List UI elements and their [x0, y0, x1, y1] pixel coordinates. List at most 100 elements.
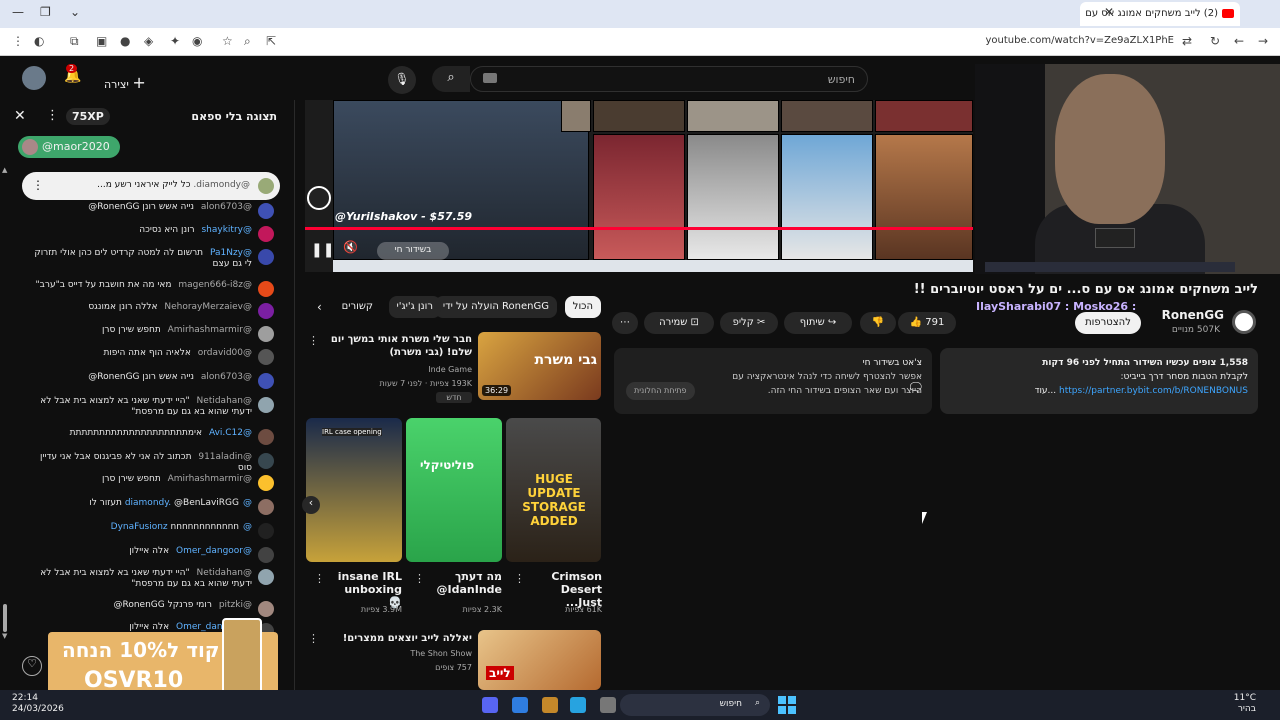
channel-avatar[interactable]	[1232, 310, 1256, 334]
zoom-icon[interactable]: ⌕	[244, 34, 251, 49]
short-thumbnail[interactable]: IRL case opening	[306, 418, 402, 562]
heart-reaction-icon[interactable]: ♡	[22, 656, 42, 676]
forward-icon[interactable]: →	[1258, 34, 1268, 48]
rec-title[interactable]: חבר שלי משרת אותי במשך יום שלם! (גבי משר…	[318, 333, 472, 359]
chat-avatar[interactable]	[258, 349, 274, 365]
chat-message[interactable]: @alon6703 נייה אשש רונן RonenGG@	[34, 372, 274, 389]
short-more-icon[interactable]: ⋮	[314, 572, 325, 585]
keyboard-icon[interactable]	[483, 73, 497, 83]
voice-search-mic-icon[interactable]: 🎙	[388, 66, 416, 94]
extension-icon-3[interactable]: ●	[120, 34, 130, 48]
bookmark-star-icon[interactable]: ☆	[222, 34, 233, 48]
chat-avatar[interactable]	[258, 523, 274, 539]
chat-author[interactable]: @alon6703	[201, 372, 252, 382]
live-badge[interactable]: בשידור חי	[377, 242, 449, 260]
promo-banner[interactable]: קוד ל10% הנחה OSVR10	[48, 618, 278, 690]
chat-message[interactable]: @Amirhashmarmir תחפש שירן סרן	[34, 325, 274, 342]
chat-message[interactable]: @shaykitry רונן היא נסיכה	[34, 225, 274, 242]
chrome-app-icon[interactable]	[512, 697, 528, 713]
save-button[interactable]: שמירה ⊡	[644, 312, 714, 334]
chat-author[interactable]: @magen666-i8z	[178, 280, 252, 290]
share-button[interactable]: שיתוף ↪	[784, 312, 852, 334]
chat-avatar[interactable]	[258, 499, 274, 515]
video-player[interactable]: @YuriIshakov - $57.59 ❚❚ 🔇 בשידור חי	[305, 100, 973, 272]
chevron-left-icon[interactable]: ‹	[317, 300, 322, 314]
chat-scrollbar[interactable]: ▲ ▼	[2, 166, 8, 642]
chat-avatar[interactable]	[258, 475, 274, 491]
short-title[interactable]: מה דעתך IdanInde@	[430, 570, 502, 596]
close-chat-icon[interactable]: ✕	[14, 108, 26, 124]
chat-message[interactable]: @magen666-i8z מאי מה את חושבת על דייס ב"…	[34, 280, 274, 297]
rec-more-icon[interactable]: ⋮	[308, 334, 319, 347]
chat-message[interactable]: @ordavid00 אלאיה הוף אתה היפות	[34, 348, 274, 365]
windows-start-icon[interactable]	[778, 696, 796, 714]
chat-message[interactable]: @diamondy. @BenLaviRGG תעזור לו	[34, 498, 274, 515]
chat-more-icon[interactable]: ⋮	[46, 108, 59, 123]
account-avatar[interactable]	[22, 66, 46, 90]
telegram-app-icon[interactable]	[570, 697, 586, 713]
chat-avatar[interactable]	[258, 601, 274, 617]
create-button[interactable]: יצירה +	[104, 68, 146, 92]
chat-message[interactable]: @911aladin תכתוב לה אני לא פביגנוס אבל א…	[34, 452, 274, 474]
filter-related[interactable]: קשורים	[334, 296, 381, 318]
filter-all[interactable]: הכול	[564, 296, 601, 318]
taskbar-clock[interactable]: 22:14 24/03/2026	[12, 693, 64, 715]
file-explorer-icon[interactable]	[600, 697, 616, 713]
chat-mode-title[interactable]: תצוגה בלי ספאם	[191, 110, 277, 123]
minimize-icon[interactable]: —	[12, 5, 24, 19]
rec-channel[interactable]: Inde Game	[318, 364, 472, 375]
short-thumbnail[interactable]: HUGE UPDATE STORAGE ADDED	[506, 418, 601, 562]
chat-message[interactable]: @Netidahan "היי ידעתי שאני בא למצוא בית …	[34, 396, 274, 418]
short-more-icon[interactable]: ⋮	[414, 572, 425, 585]
mention-chip[interactable]: @maor2020	[18, 136, 120, 158]
rec-title[interactable]: יאללה לייב יוצאים ממצרים!	[318, 632, 472, 645]
filter-ronen[interactable]: רונן ג'יג'י	[388, 296, 441, 318]
pinned-more-icon[interactable]: ⋮	[32, 178, 44, 192]
chat-author[interactable]: @NehorayMerzaiev	[164, 302, 252, 312]
pause-icon[interactable]: ❚❚	[311, 242, 334, 258]
translate-icon[interactable]: ⇄	[1182, 34, 1192, 48]
app-icon[interactable]	[542, 697, 558, 713]
rec-thumbnail[interactable]: לייב	[478, 630, 601, 690]
extension-icon-4[interactable]: ◈	[144, 34, 153, 48]
extension-icon-2[interactable]: ▣	[96, 34, 107, 48]
chat-message[interactable]: @Avi.C12 אימתתתתתתתתתתתתתתתתתתתת	[34, 428, 274, 445]
chat-message[interactable]: @Netidahan "היי ידעתי שאני בא למצוא בית …	[34, 568, 274, 590]
short-thumbnail[interactable]: פוליטיקלי	[406, 418, 502, 562]
chat-author[interactable]: @Omer_dangoor	[176, 546, 252, 556]
extension-icon[interactable]: ⧉	[70, 34, 79, 49]
back-icon[interactable]: ←	[1234, 34, 1244, 48]
taskbar-search[interactable]: חיפוש ⌕	[620, 694, 770, 716]
notifications-bell-icon[interactable]: 🔔 2	[64, 64, 81, 84]
search-input[interactable]: חיפוש	[470, 66, 868, 92]
search-button[interactable]: ⌕	[432, 66, 470, 92]
rec-more-icon[interactable]: ⋮	[308, 632, 319, 645]
chat-author[interactable]: @Amirhashmarmir	[168, 325, 252, 335]
join-button[interactable]: להצטרפות	[1075, 312, 1141, 334]
chat-avatar[interactable]	[258, 303, 274, 319]
site-info-icon[interactable]: ◐	[34, 34, 44, 48]
reload-icon[interactable]: ↻	[1210, 34, 1220, 48]
description-box[interactable]: 1,558 צופים עכשיו השידור התחיל לפני 96 ד…	[940, 348, 1258, 414]
chat-author[interactable]: @ordavid00	[198, 348, 252, 358]
shorts-prev-icon[interactable]: ‹	[302, 496, 320, 514]
chat-message[interactable]: @Pa1Nzy תרשום לה למטה קרדיט לים כהן אולי…	[34, 248, 274, 270]
description-more[interactable]: ...עוד	[1035, 386, 1057, 396]
weather-widget[interactable]: 11°C בהיר	[1234, 693, 1256, 715]
chat-message[interactable]: @pitzki רומי פרנקל RonenGG@	[34, 600, 274, 617]
description-link[interactable]: https://partner.bybit.com/b/RONENBONUS	[1059, 386, 1248, 396]
pinned-message[interactable]: @diamondy. כל לייק איראני רשע מ... ⋮	[22, 172, 280, 200]
rec-thumbnail[interactable]: גבי משרת 36:29	[478, 332, 601, 400]
open-panel-button[interactable]: פתיחת החלונית	[626, 382, 695, 400]
extension-icon-5[interactable]: ✦	[170, 34, 180, 48]
chat-author[interactable]: @Netidahan	[197, 396, 252, 406]
chat-message[interactable]: @Omer_dangoor אלה איילון	[34, 546, 274, 563]
chat-author[interactable]: @Avi.C12	[209, 428, 252, 438]
chat-avatar[interactable]	[258, 249, 274, 265]
chat-avatar[interactable]	[258, 226, 274, 242]
chat-author[interactable]: @Pa1Nzy	[210, 248, 252, 258]
discord-app-icon[interactable]	[482, 697, 498, 713]
chat-author[interactable]: @911aladin	[198, 452, 252, 462]
chat-message[interactable]: @Amirhashmarmir תחפש שירן סרן	[34, 474, 274, 491]
close-tab-icon[interactable]: ✕	[1104, 5, 1114, 19]
